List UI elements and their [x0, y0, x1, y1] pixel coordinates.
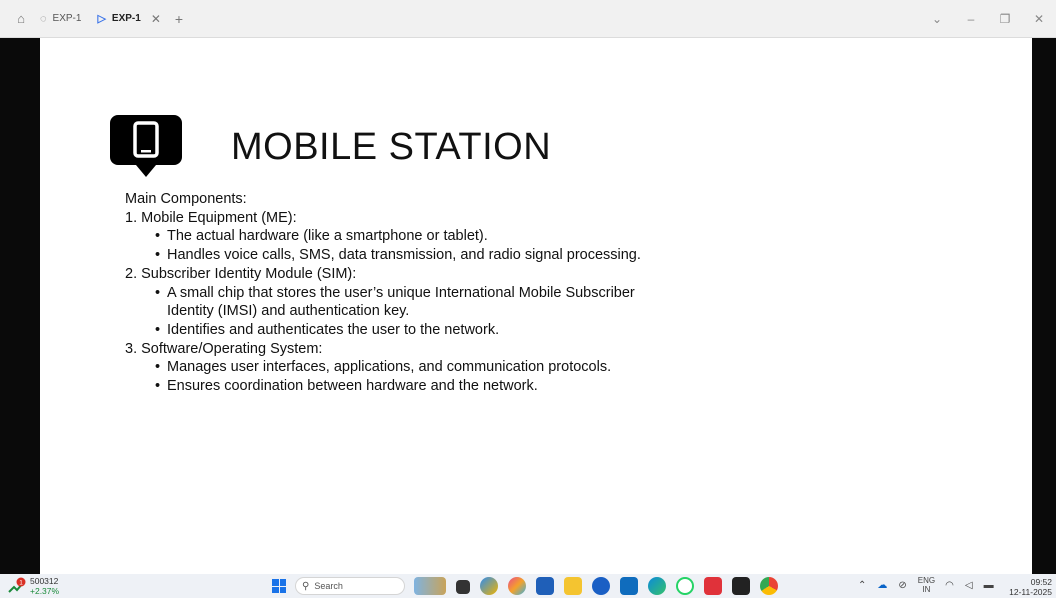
slide-title: MOBILE STATION: [231, 126, 552, 168]
hp-icon[interactable]: [592, 577, 610, 595]
bullet-text: The actual hardware (like a smartphone o…: [167, 228, 488, 245]
home-icon[interactable]: ⌂: [10, 8, 32, 30]
notification-badge: 1: [19, 580, 23, 587]
search-placeholder: Search: [314, 581, 343, 591]
list-item: 3. Software/Operating System:: [125, 340, 323, 357]
edge-icon[interactable]: [648, 577, 666, 595]
bullet-text: Identifies and authenticates the user to…: [167, 321, 500, 338]
dark-app-icon[interactable]: [732, 577, 750, 595]
tab-label: EXP-1: [52, 13, 82, 24]
play-icon: ▷: [97, 13, 106, 25]
outlook-icon[interactable]: [620, 577, 638, 595]
bullet-item: • Manages user interfaces, applications, …: [125, 358, 641, 377]
wps-office-icon[interactable]: [704, 577, 722, 595]
stock-change: +2.37%: [30, 586, 60, 596]
chevron-up-icon[interactable]: ⌃: [858, 580, 866, 591]
bullet-icon: •: [155, 228, 161, 245]
system-tray: ⌃ ☁ ⊘ ENG IN ◠ ◁ ▬: [858, 576, 1005, 594]
chrome-icon[interactable]: [760, 577, 778, 595]
presentation-slide: MOBILE STATION Main Components: 1. Mobil…: [40, 38, 1032, 574]
language-indicator[interactable]: ENG IN: [918, 576, 935, 594]
bullet-item: • A small chip that stores the user’s uni…: [125, 284, 641, 303]
chevron-down-icon[interactable]: ⌄: [920, 12, 954, 26]
list-item: 2. Subscriber Identity Module (SIM):: [125, 265, 357, 282]
taskbar-search[interactable]: ⚲ Search: [295, 577, 405, 595]
browser-tab-bar: ⌂ ◌ EXP-1 ▷ EXP-1 ✕ + ⌄ – ❐ ✕: [0, 0, 1056, 38]
bullet-item: • The actual hardware (like a smartphone …: [125, 227, 641, 246]
slide-content: Main Components: 1. Mobile Equipment (ME…: [125, 190, 641, 396]
region-code: IN: [922, 585, 931, 594]
list-item: 1. Mobile Equipment (ME):: [125, 209, 297, 226]
bullet-icon: •: [155, 378, 161, 395]
eye-off-icon[interactable]: ⊘: [898, 580, 906, 591]
task-view-icon[interactable]: [456, 580, 470, 594]
stock-trend-icon: 1: [8, 577, 26, 593]
tab-favicon-icon: ◌: [40, 12, 47, 25]
widgets-icon[interactable]: [414, 577, 446, 595]
restore-button[interactable]: ❐: [988, 12, 1022, 26]
bullet-icon: •: [155, 321, 161, 338]
stock-widget[interactable]: 1 500312 +2.37%: [8, 576, 59, 596]
whatsapp-icon[interactable]: [676, 577, 694, 595]
clock-time: 09:52: [1030, 577, 1052, 587]
bullet-text: A small chip that stores the user’s uniq…: [167, 284, 635, 301]
bullet-icon: •: [155, 359, 161, 376]
bullet-text: Manages user interfaces, applications, a…: [167, 359, 612, 376]
volume-icon[interactable]: ◁: [965, 580, 973, 591]
search-icon: ⚲: [302, 580, 310, 592]
new-tab-button[interactable]: +: [175, 11, 183, 27]
store-icon[interactable]: [536, 577, 554, 595]
bullet-icon: •: [155, 247, 161, 264]
bullet-item: • Identifies and authenticates the user t…: [125, 321, 641, 340]
tab-exp-1-first[interactable]: ◌ EXP-1: [32, 0, 89, 38]
onedrive-icon[interactable]: ☁: [877, 580, 887, 591]
content-heading: Main Components:: [125, 191, 247, 207]
minimize-button[interactable]: –: [954, 12, 988, 26]
bullet-text: Ensures coordination between hardware an…: [167, 378, 538, 395]
taskbar-apps: [414, 577, 788, 595]
close-window-button[interactable]: ✕: [1022, 12, 1056, 26]
close-tab-icon[interactable]: ✕: [151, 12, 161, 26]
language-code: ENG: [917, 576, 936, 585]
copilot-icon[interactable]: [480, 577, 498, 595]
window-controls: ⌄ – ❐ ✕: [920, 0, 1056, 38]
bullet-item: • Ensures coordination between hardware a…: [125, 377, 641, 396]
bullet-icon: •: [155, 284, 161, 301]
system-clock[interactable]: 09:52 12-11-2025: [1009, 577, 1052, 597]
tab-label: EXP-1: [111, 13, 141, 24]
pinwheel-app-icon[interactable]: [508, 577, 526, 595]
bullet-continuation: Identity (IMSI) and authentication key.: [167, 303, 410, 320]
file-explorer-icon[interactable]: [564, 577, 582, 595]
windows-taskbar: 1 500312 +2.37% ⚲ Search ⌃ ☁ ⊘ ENG IN ◠ …: [0, 574, 1056, 598]
clock-date: 12-11-2025: [1009, 587, 1052, 597]
stock-value: 500312: [30, 576, 59, 586]
tab-exp-1-active[interactable]: ▷ EXP-1 ✕: [89, 0, 168, 38]
windows-start-button[interactable]: [272, 579, 286, 593]
bullet-text: Handles voice calls, SMS, data transmiss…: [167, 247, 641, 264]
bullet-item: • Handles voice calls, SMS, data transmis…: [125, 246, 641, 265]
mobile-phone-icon: [110, 115, 182, 177]
wifi-icon[interactable]: ◠: [945, 580, 954, 591]
battery-icon[interactable]: ▬: [984, 580, 994, 591]
